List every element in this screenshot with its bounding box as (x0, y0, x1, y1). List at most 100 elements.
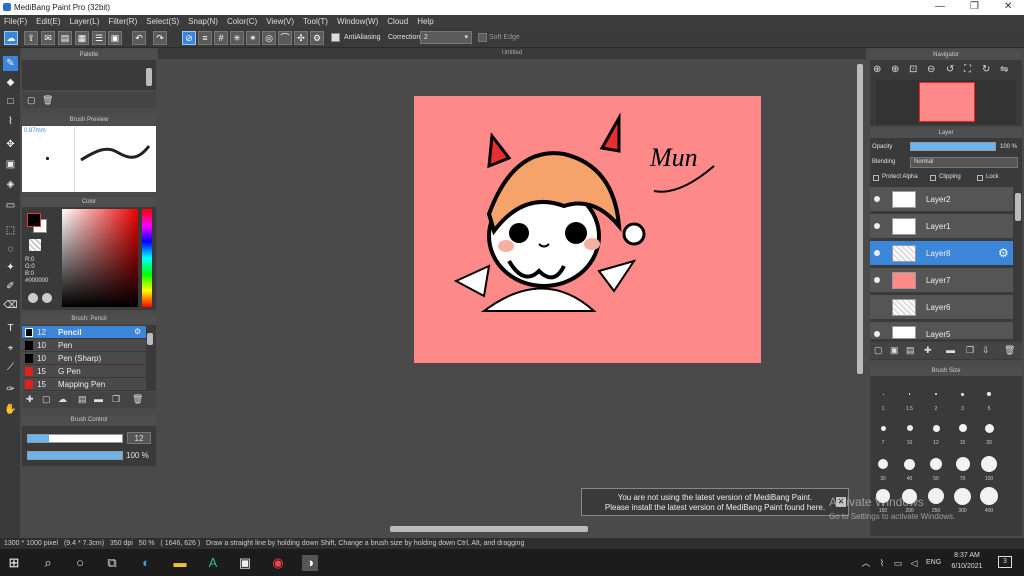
menu-cloud[interactable]: Cloud (387, 17, 408, 26)
menu-edit[interactable]: Edit(E) (36, 17, 60, 26)
delete-layer-icon[interactable]: 🗑 (1004, 345, 1015, 356)
antialiasing-checkbox[interactable] (331, 33, 340, 42)
blending-select[interactable]: Normal (910, 157, 1018, 168)
parallel-snap-icon[interactable]: ≡ (198, 31, 212, 45)
edge-icon[interactable]: ◐ (138, 555, 154, 571)
color-history-icon[interactable] (42, 293, 52, 303)
brush-size-slider[interactable] (27, 434, 123, 443)
list-icon[interactable]: ☰ (92, 31, 106, 45)
brush-size-option[interactable] (908, 393, 911, 395)
transparent-color[interactable] (29, 239, 41, 251)
add-layer-menu-icon[interactable]: ✚ (924, 345, 932, 356)
tray-volume-icon[interactable]: ◁ (906, 555, 922, 571)
cortana-icon[interactable]: ○ (72, 555, 88, 571)
horizontal-scrollbar[interactable] (390, 526, 588, 532)
blur-tool-icon[interactable]: ⌇ (3, 114, 18, 129)
gradient-tool-icon[interactable]: ▭ (3, 198, 18, 213)
layer-row-layer1[interactable]: Layer1 (870, 214, 1013, 239)
brush-copy-icon[interactable]: ❐ (112, 394, 120, 405)
protect-alpha-checkbox[interactable] (873, 175, 879, 181)
store-icon[interactable]: ▣ (237, 555, 253, 571)
brush-item-pen-sharp[interactable]: 10 Pen (Sharp) (22, 352, 146, 365)
saturation-value-picker[interactable] (62, 209, 138, 307)
brush-size-option[interactable] (987, 392, 991, 396)
visibility-icon[interactable] (874, 223, 880, 229)
comment-icon[interactable]: ✉ (41, 31, 55, 45)
flip-icon[interactable]: ⇋ (1000, 64, 1008, 75)
windows-start-icon[interactable]: ⊞ (6, 555, 22, 571)
layer-row-layer8[interactable]: Layer8 ⚙ (870, 241, 1013, 266)
radial-line-icon[interactable]: ✴ (246, 31, 260, 45)
snap-off-icon[interactable]: ⊘ (182, 31, 196, 45)
zoom-in-icon[interactable]: ⊕ (873, 64, 881, 75)
circle-snap-icon[interactable]: ◎ (262, 31, 276, 45)
palette-scrollbar[interactable] (146, 68, 152, 86)
gear-icon[interactable]: ⚙ (998, 246, 1009, 260)
image-icon[interactable]: ▣ (108, 31, 122, 45)
lasso-tool-icon[interactable]: ◌ (3, 242, 18, 257)
brush-size-option[interactable] (958, 424, 967, 432)
search-icon[interactable]: ⌕ (40, 555, 56, 571)
correction-select[interactable]: 2 ▾ (420, 31, 472, 44)
color-wheel-icon[interactable] (28, 293, 38, 303)
brush-size-option[interactable] (932, 424, 940, 432)
new-brush-icon[interactable]: ▢ (42, 394, 51, 405)
bucket-tool-icon[interactable]: ◈ (3, 177, 18, 192)
brush-size-option[interactable] (980, 487, 998, 505)
close-button[interactable]: ✕ (1004, 1, 1012, 12)
operation-tool-icon[interactable]: ⌖ (3, 341, 18, 356)
app-a-icon[interactable]: A (205, 555, 221, 571)
chrome-icon[interactable]: ◉ (270, 555, 286, 571)
update-notification[interactable]: You are not using the latest version of … (581, 488, 849, 516)
layer-row-layer5[interactable]: Layer5 (870, 322, 1013, 340)
select-eraser-icon[interactable]: ⌫ (3, 298, 18, 313)
drawing-canvas[interactable]: Mun (414, 96, 761, 363)
brush-size-option[interactable] (981, 456, 997, 472)
material-icon[interactable]: ▦ (75, 31, 89, 45)
brush-size-option[interactable] (984, 423, 994, 433)
tray-up-icon[interactable]: ︿ (858, 555, 874, 571)
hue-slider[interactable] (142, 209, 152, 307)
brush-size-option[interactable] (954, 487, 971, 505)
new-palette-icon[interactable]: ▢ (27, 95, 36, 106)
notification-center-icon[interactable]: 3 (998, 556, 1012, 568)
brush-size-option[interactable] (906, 425, 913, 431)
eyedropper-icon[interactable]: ✑ (3, 382, 18, 397)
medibang-taskbar-icon[interactable]: ◑ (302, 555, 318, 571)
brush-size-option[interactable] (961, 392, 964, 396)
soft-edge-checkbox[interactable] (478, 33, 487, 42)
brush-opacity-slider[interactable] (27, 451, 123, 460)
select-pen-icon[interactable]: ✐ (3, 279, 18, 294)
visibility-icon[interactable] (874, 277, 880, 283)
foreground-color[interactable] (27, 213, 41, 227)
menu-file[interactable]: File(F) (4, 17, 27, 26)
canvas-tab[interactable]: Untitled (158, 48, 866, 59)
magic-wand-icon[interactable]: ✦ (3, 260, 18, 275)
fill-tool-icon[interactable]: ▣ (3, 157, 18, 172)
navigator-view[interactable] (876, 80, 1016, 124)
vanishing-point-icon[interactable]: ✣ (294, 31, 308, 45)
language-indicator[interactable]: ENG (926, 559, 941, 566)
gear-icon[interactable]: ⚙ (134, 327, 141, 336)
brush-size-value[interactable]: 12 (127, 432, 151, 444)
minimize-button[interactable]: — (935, 1, 945, 12)
menu-filter[interactable]: Filter(R) (108, 17, 137, 26)
brush-size-option[interactable] (882, 393, 884, 395)
lock-checkbox[interactable] (977, 175, 983, 181)
brush-size-option[interactable] (928, 488, 944, 504)
tray-battery-icon[interactable]: ▭ (890, 555, 906, 571)
clock-date[interactable]: 6/10/2021 (947, 563, 987, 570)
menu-select[interactable]: Select(S) (146, 17, 179, 26)
brush-size-option[interactable] (880, 425, 886, 431)
visibility-icon[interactable] (874, 250, 880, 256)
layer-panel-icon[interactable]: ▤ (58, 31, 72, 45)
vertical-scrollbar[interactable] (857, 64, 863, 374)
new-layer-icon[interactable]: ▢ (874, 345, 883, 356)
layer-list-scrollbar[interactable] (1015, 193, 1021, 221)
rotate-left-icon[interactable]: ↺ (946, 64, 954, 75)
layer-opacity-slider[interactable] (910, 142, 996, 151)
menu-color[interactable]: Color(C) (227, 17, 257, 26)
new-1bit-layer-icon[interactable]: ▤ (906, 345, 915, 356)
share-icon[interactable]: ⇪ (24, 31, 38, 45)
brush-item-g-pen[interactable]: 15 G Pen (22, 365, 146, 378)
